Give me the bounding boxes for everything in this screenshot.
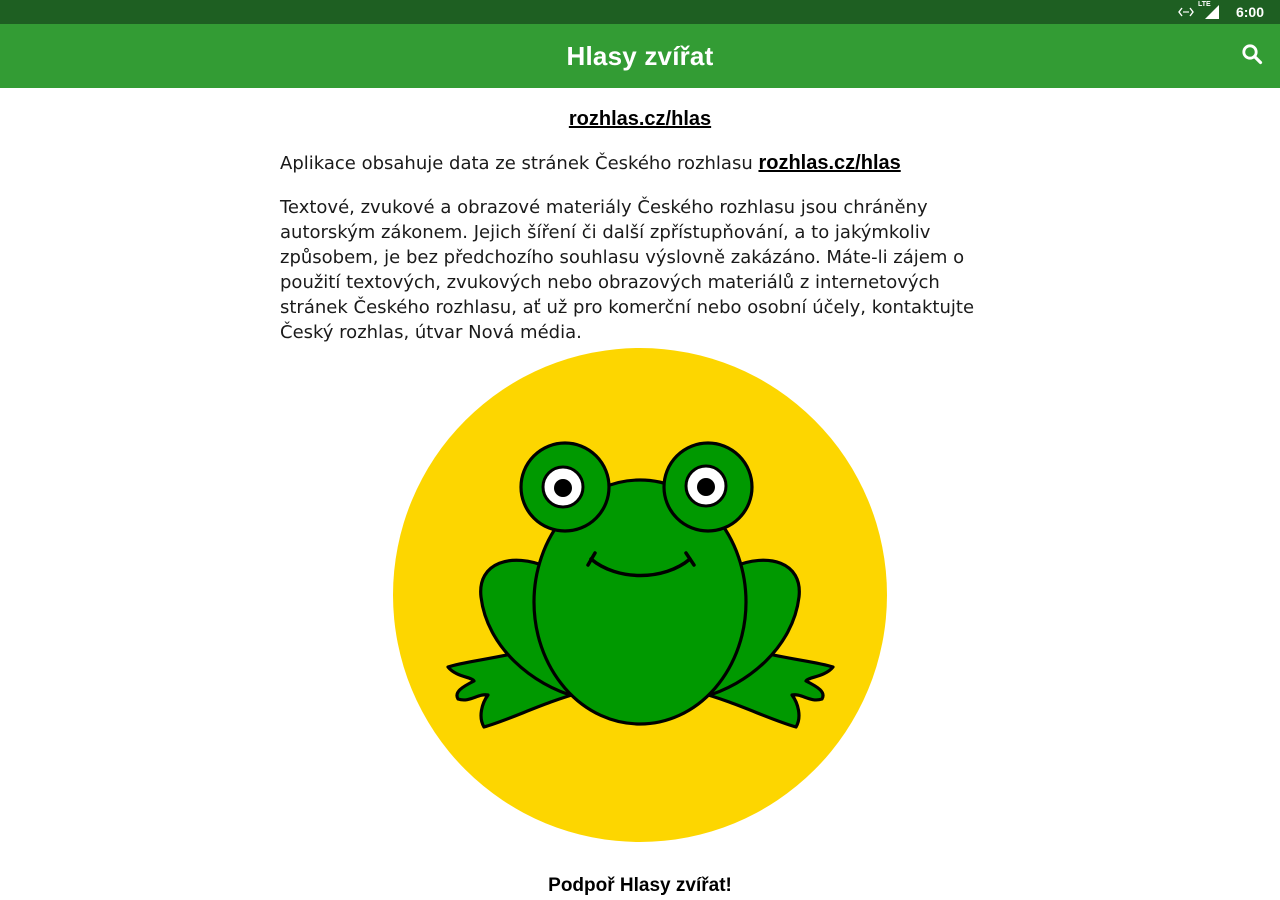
about-content: rozhlas.cz/hlas Aplikace obsahuje data z… [280,88,1000,345]
copyright-paragraph: Textové, zvukové a obrazové materiály Če… [280,197,975,343]
frog-logo [392,347,888,843]
status-bar: LTE 6:00 [0,0,1280,24]
frog-left-pupil [554,479,572,497]
data-transfer-icon [1178,3,1194,22]
frog-right-pupil [697,478,715,496]
source-link[interactable]: rozhlas.cz/hlas [280,107,1000,132]
search-button[interactable] [1230,34,1274,78]
signal-icon: LTE [1197,1,1220,20]
support-heading[interactable]: Podpoř Hlasy zvířat! [0,875,1280,897]
status-icons: LTE 6:00 [1178,0,1264,24]
data-source-paragraph: Aplikace obsahuje data ze stránek Českéh… [280,151,1000,176]
network-type-label: LTE [1197,1,1211,8]
app-title: Hlasy zvířat [566,41,714,71]
data-source-link[interactable]: rozhlas.cz/hlas [758,152,900,174]
search-icon [1241,43,1263,69]
status-time: 6:00 [1235,4,1264,20]
app-bar: Hlasy zvířat [0,24,1280,88]
data-source-text: Aplikace obsahuje data ze stránek Českéh… [280,153,759,174]
